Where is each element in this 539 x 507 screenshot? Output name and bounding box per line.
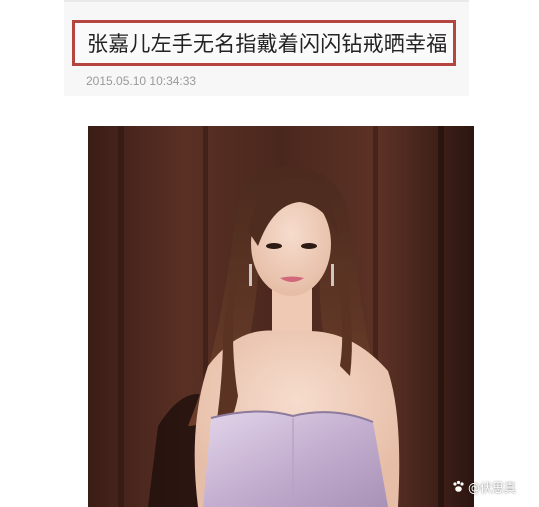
watermark: @伏思真 <box>452 479 516 496</box>
paw-icon <box>452 480 465 496</box>
title-highlight-box: 张嘉儿左手无名指戴着闪闪钻戒晒幸福 <box>72 20 456 66</box>
top-divider <box>64 0 469 2</box>
watermark-text: @伏思真 <box>468 481 517 495</box>
article-photo <box>88 126 474 507</box>
article-title: 张嘉儿左手无名指戴着闪闪钻戒晒幸福 <box>87 32 448 56</box>
publish-timestamp: 2015.05.10 10:34:33 <box>86 74 197 88</box>
photo-illustration <box>88 126 474 507</box>
